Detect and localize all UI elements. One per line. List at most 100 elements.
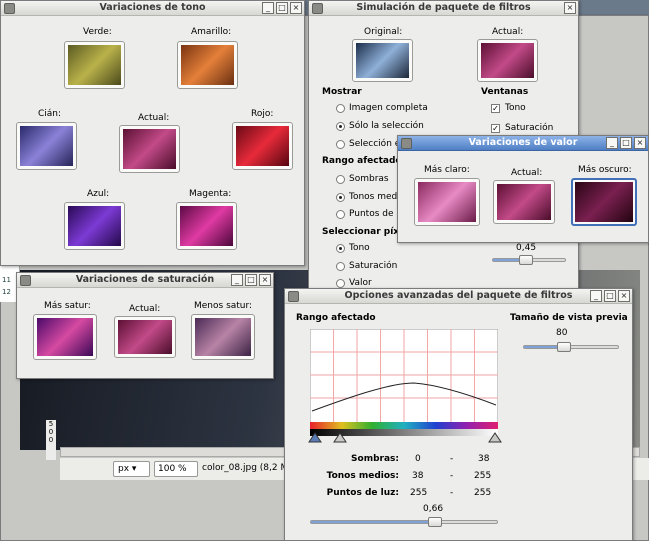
vertical-ruler: 5 0 0: [46, 420, 56, 460]
radio-highlights[interactable]: [336, 210, 345, 219]
radio-pixel-hue[interactable]: [336, 244, 345, 253]
shadows-to: 38: [478, 454, 490, 464]
unit-select-value: px: [118, 464, 130, 474]
unit-select[interactable]: px ▾: [113, 461, 150, 477]
value-slider-readout: 0,45: [516, 243, 537, 253]
darker-thumbnail[interactable]: [571, 178, 637, 226]
minimize-icon[interactable]: _: [262, 2, 274, 14]
file-status-label: color_08.jpg (8,2 M: [202, 463, 289, 473]
value-slider-knob[interactable]: [519, 255, 533, 265]
radio-selection-only[interactable]: [336, 122, 345, 131]
cyan-label: Cián:: [38, 109, 62, 119]
highlights-from: 255: [410, 488, 428, 498]
preview-size-heading: Tamaño de vista previa: [510, 313, 628, 323]
titlebar: Simulación de paquete de filtros ×: [309, 1, 578, 16]
show-heading: Mostrar: [322, 87, 362, 97]
blue-thumbnail[interactable]: [64, 202, 125, 250]
titlebar: Variaciones de saturación _ □ ×: [17, 273, 273, 288]
checkbox-hue[interactable]: ✓: [491, 104, 500, 113]
red-thumbnail[interactable]: [232, 122, 293, 170]
pixel-hue-label: Tono: [349, 243, 370, 253]
side-item: 12: [2, 288, 11, 296]
pixel-saturation-label: Saturación: [349, 261, 398, 271]
midtones-from: 38: [412, 471, 424, 481]
zoom-select[interactable]: 100 %: [154, 461, 198, 477]
current-thumbnail[interactable]: [114, 316, 176, 358]
range-handles[interactable]: [307, 432, 502, 444]
maximize-icon[interactable]: □: [276, 2, 288, 14]
shadows-label: Sombras: [349, 174, 389, 184]
current-thumbnail[interactable]: [119, 125, 180, 173]
radio-pixel-value[interactable]: [336, 279, 345, 288]
range-curve-graph[interactable]: [310, 329, 498, 436]
yellow-label: Amarillo:: [191, 27, 232, 37]
close-icon[interactable]: ×: [259, 274, 271, 286]
radio-entire-image[interactable]: [336, 104, 345, 113]
less-saturated-label: Menos satur:: [194, 301, 253, 311]
side-item: 11: [2, 276, 11, 284]
current-label: Actual:: [492, 27, 524, 37]
lighter-label: Más claro:: [424, 165, 470, 175]
current-label: Actual:: [138, 113, 170, 123]
close-icon[interactable]: ×: [618, 290, 630, 302]
maximize-icon[interactable]: □: [604, 290, 616, 302]
shadows-handle: [308, 432, 322, 443]
minimize-icon[interactable]: _: [606, 137, 618, 149]
affected-range-heading: Rango afectado: [322, 156, 402, 166]
titlebar: Variaciones de valor _ □ ×: [398, 136, 648, 151]
preview-size-knob[interactable]: [557, 342, 571, 352]
checkbox-saturation[interactable]: ✓: [491, 124, 500, 133]
current-thumbnail: [477, 39, 538, 82]
close-icon[interactable]: ×: [290, 2, 302, 14]
radio-shadows[interactable]: [336, 175, 345, 184]
current-thumbnail[interactable]: [493, 180, 555, 224]
highlights-label: Puntos de l: [349, 209, 399, 219]
magenta-label: Magenta:: [189, 189, 232, 199]
separator: -: [450, 454, 454, 464]
minimize-icon[interactable]: _: [231, 274, 243, 286]
value-variations-window: Variaciones de valor _ □ × Más claro: Ac…: [397, 135, 649, 243]
midtones-handle: [333, 432, 347, 443]
less-saturated-thumbnail[interactable]: [191, 314, 255, 360]
radio-pixel-saturation[interactable]: [336, 262, 345, 271]
titlebar: Variaciones de tono _ □ ×: [1, 1, 304, 16]
cyan-thumbnail[interactable]: [16, 122, 77, 170]
entire-image-label: Imagen completa: [349, 103, 428, 113]
preview-size-readout: 80: [556, 328, 568, 338]
magenta-thumbnail[interactable]: [176, 202, 237, 250]
green-thumbnail[interactable]: [64, 41, 125, 89]
hue-variations-window: Variaciones de tono _ □ × Verde: Amarill…: [0, 0, 305, 266]
value-slider[interactable]: [492, 255, 566, 265]
highlights-row-label: Puntos de luz:: [326, 488, 399, 498]
yellow-thumbnail[interactable]: [177, 41, 238, 89]
maximize-icon[interactable]: □: [245, 274, 257, 286]
falloff-slider[interactable]: [310, 517, 498, 527]
hue-label: Tono: [505, 103, 526, 113]
maximize-icon[interactable]: □: [620, 137, 632, 149]
darker-label: Más oscuro:: [578, 165, 632, 175]
current-label: Actual:: [511, 168, 543, 178]
midtones-to: 255: [474, 471, 492, 481]
midtones-row-label: Tonos medios:: [326, 471, 399, 481]
radio-midtones[interactable]: [336, 193, 345, 202]
window-title: Opciones avanzadas del paquete de filtro…: [344, 290, 573, 301]
highlights-to: 255: [474, 488, 492, 498]
preview-size-slider[interactable]: [523, 342, 619, 352]
original-thumbnail: [352, 39, 413, 82]
separator: -: [450, 488, 454, 498]
more-saturated-thumbnail[interactable]: [33, 314, 97, 360]
close-icon[interactable]: ×: [564, 2, 576, 14]
falloff-slider-knob[interactable]: [428, 517, 442, 527]
radio-selection-in-context[interactable]: [336, 140, 345, 149]
shadows-from: 0: [415, 454, 421, 464]
original-label: Original:: [364, 27, 403, 37]
window-title: Variaciones de tono: [99, 2, 206, 13]
more-saturated-label: Más satur:: [44, 301, 91, 311]
windows-heading: Ventanas: [481, 87, 529, 97]
close-icon[interactable]: ×: [634, 137, 646, 149]
saturation-variations-window: Variaciones de saturación _ □ × Más satu…: [16, 272, 274, 379]
highlights-handle: [488, 432, 502, 443]
zoom-value: 100 %: [158, 464, 187, 474]
lighter-thumbnail[interactable]: [414, 178, 480, 226]
minimize-icon[interactable]: _: [590, 290, 602, 302]
